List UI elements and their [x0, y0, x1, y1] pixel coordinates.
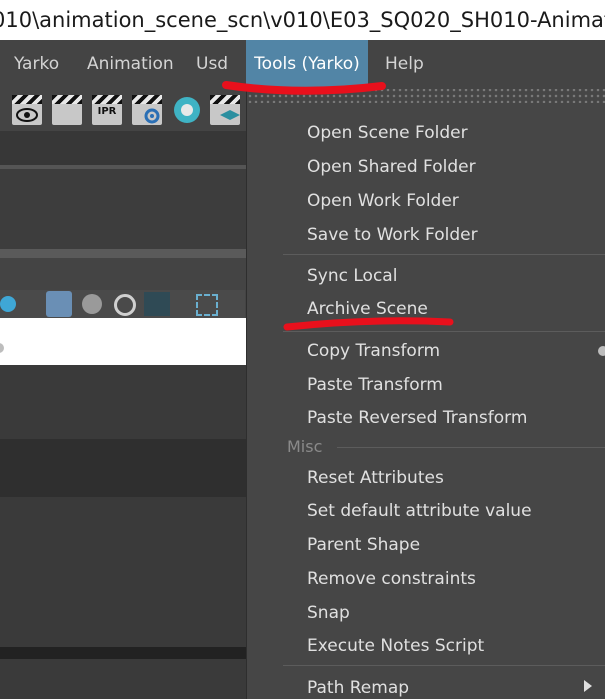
menu-help[interactable]: Help [385, 40, 424, 89]
menu-item-remove-constraints[interactable]: Remove constraints [307, 568, 476, 590]
panel-divider [0, 249, 246, 258]
menu-item-set-default-attribute-value[interactable]: Set default attribute value [307, 500, 532, 522]
panel-divider [0, 647, 246, 659]
menu-item-open-scene-folder[interactable]: Open Scene Folder [307, 122, 468, 144]
menu-item-save-to-work-folder[interactable]: Save to Work Folder [307, 224, 478, 246]
menu-item-path-remap[interactable]: Path Remap [307, 677, 409, 699]
menu-separator [283, 331, 605, 332]
menu-separator [283, 665, 605, 666]
wireframe-shaded-icon[interactable] [46, 291, 72, 317]
menu-item-snap[interactable]: Snap [307, 602, 350, 624]
submenu-arrow-icon [584, 680, 592, 692]
menu-separator [283, 254, 605, 255]
menu-yarko[interactable]: Yarko [14, 40, 59, 89]
render-clapper-icon[interactable] [52, 95, 82, 125]
option-box-icon[interactable] [598, 346, 605, 356]
isolate-select-icon[interactable] [114, 294, 136, 316]
menu-item-open-shared-folder[interactable]: Open Shared Folder [307, 156, 476, 178]
hypershade-sphere-icon[interactable] [172, 95, 202, 125]
menu-animation[interactable]: Animation [87, 40, 174, 89]
menu-item-sync-local[interactable]: Sync Local [307, 265, 397, 287]
window-title: 010\animation_scene_scn\v010\E03_SQ020_S… [0, 8, 605, 32]
menu-bar: Yarko Animation Usd Tools (Yarko) Help [0, 40, 605, 89]
outliner-panel [0, 497, 246, 647]
menu-tools-yarko[interactable]: Tools (Yarko) [246, 40, 368, 89]
lighting-sphere-icon[interactable] [82, 294, 102, 314]
render-view-icon[interactable] [12, 95, 42, 125]
menu-item-paste-reversed-transform[interactable]: Paste Reversed Transform [307, 407, 527, 429]
menu-usd[interactable]: Usd [196, 40, 228, 89]
menu-section-misc: Misc [287, 437, 323, 456]
attribute-panel [0, 439, 246, 497]
channel-box-panel [0, 365, 246, 439]
xray-icon[interactable] [144, 292, 170, 316]
menu-item-execute-notes-script[interactable]: Execute Notes Script [307, 635, 484, 657]
menu-item-archive-scene[interactable]: Archive Scene [307, 298, 428, 320]
menu-item-parent-shape[interactable]: Parent Shape [307, 534, 420, 556]
viewport-toolbar [0, 290, 245, 318]
bottom-panel [0, 659, 246, 699]
select-box-icon[interactable] [196, 294, 218, 316]
shading-sphere-icon[interactable] [0, 296, 16, 312]
tear-off-grip[interactable] [247, 89, 605, 103]
shelf-toolbar: IPR [0, 89, 250, 131]
status-line-panel [0, 131, 246, 165]
menu-item-paste-transform[interactable]: Paste Transform [307, 374, 443, 396]
ipr-render-icon[interactable]: IPR [92, 95, 122, 125]
menu-item-open-work-folder[interactable]: Open Work Folder [307, 190, 459, 212]
tools-yarko-dropdown: Open Scene Folder Open Shared Folder Ope… [246, 89, 605, 699]
render-settings-icon[interactable] [132, 95, 162, 125]
render-layers-icon[interactable] [210, 95, 240, 125]
menu-separator [337, 447, 605, 448]
menu-item-copy-transform[interactable]: Copy Transform [307, 340, 440, 362]
tool-settings-panel [0, 169, 246, 249]
window-title-bar: 010\animation_scene_scn\v010\E03_SQ020_S… [0, 0, 605, 40]
menu-item-reset-attributes[interactable]: Reset Attributes [307, 467, 444, 489]
timeline-field [0, 318, 246, 365]
